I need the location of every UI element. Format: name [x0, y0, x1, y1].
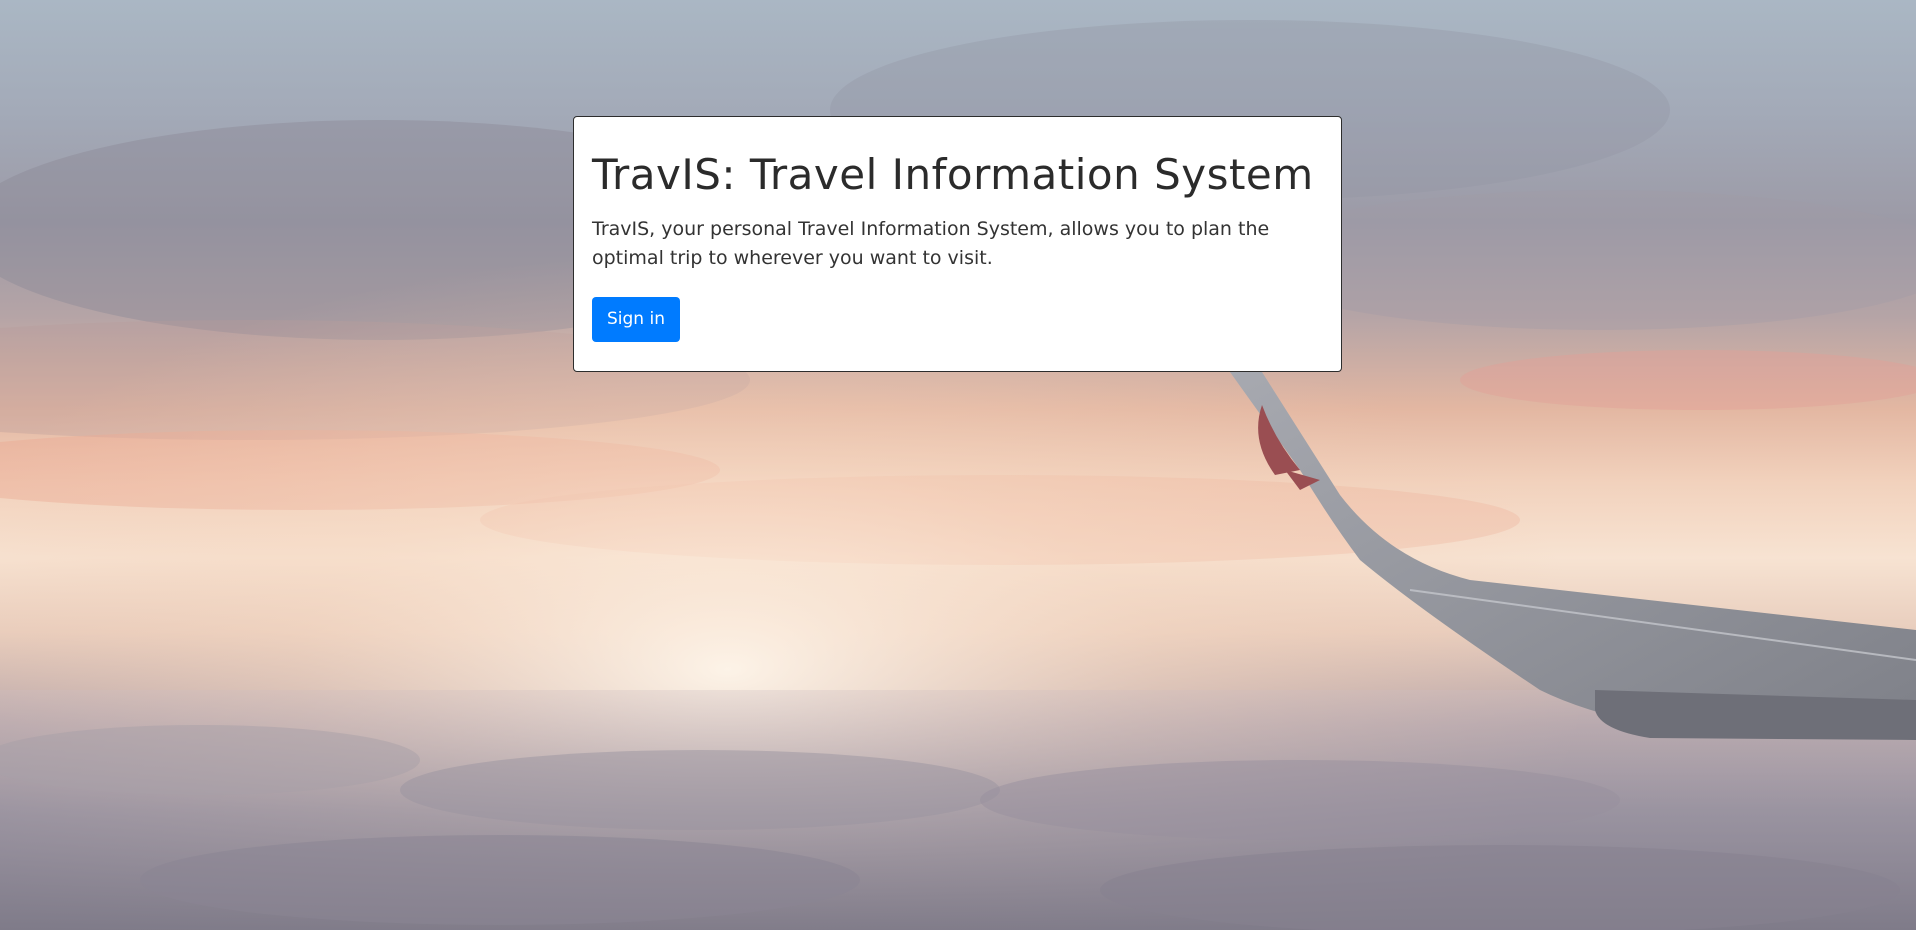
hero-card: TravIS: Travel Information System TravIS… — [573, 116, 1342, 372]
background-scene: TravIS: Travel Information System TravIS… — [0, 0, 1916, 930]
page-title: TravIS: Travel Information System — [592, 150, 1314, 199]
hero-description: TravIS, your personal Travel Information… — [592, 218, 1270, 269]
sign-in-button[interactable]: Sign in — [592, 297, 680, 342]
